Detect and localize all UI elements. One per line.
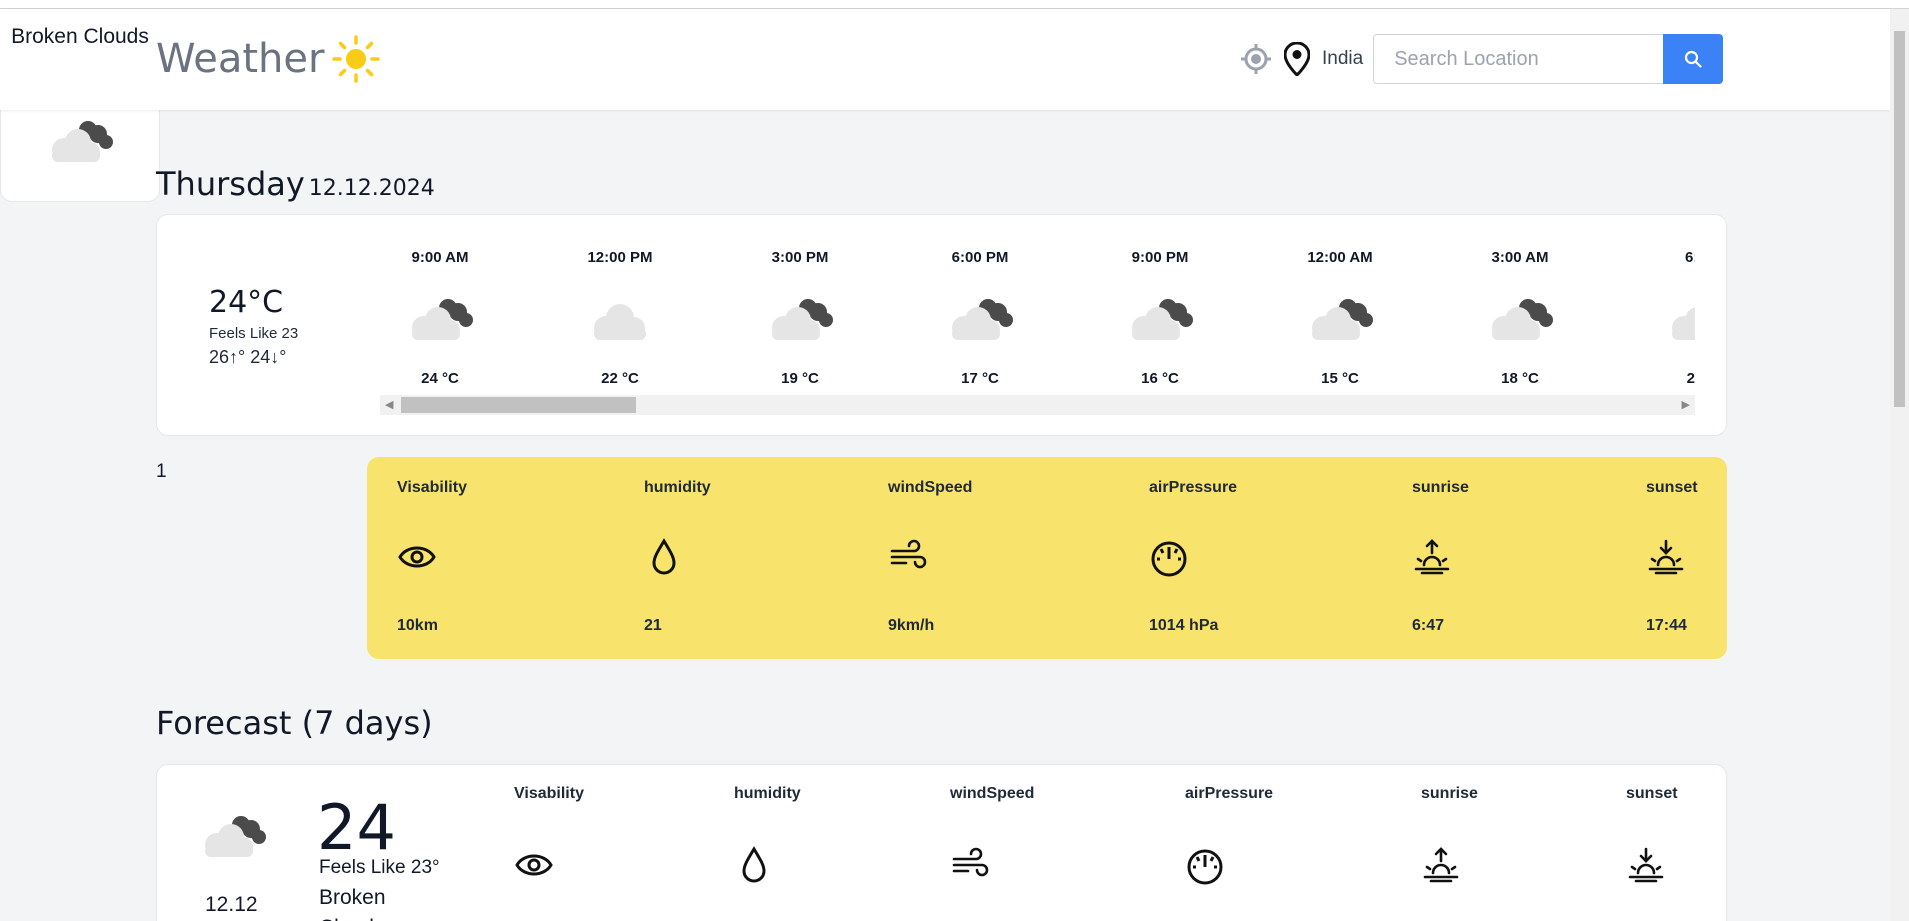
forecast-feels-like: Feels Like 23°: [319, 857, 440, 878]
day-name: Thursday: [156, 165, 305, 203]
hour-temp: 19 °C: [781, 370, 819, 387]
logo[interactable]: Weather: [156, 35, 381, 83]
hourly-scrollbar-thumb[interactable]: [401, 397, 636, 413]
metric-value: 9km/h: [888, 617, 935, 634]
cloud-dark-icon: [1280, 278, 1400, 358]
forecast-title: Forecast (7 days): [156, 704, 433, 742]
cloud-dark-icon: [1460, 278, 1580, 358]
hourly-list[interactable]: 9:00 AM 24 °C 12:00 PM 22 °C 3:00 PM 19 °C 6:0…: [380, 215, 1695, 415]
metric-label: Visability: [397, 479, 467, 496]
hourly-scrollbar[interactable]: ◀ ▶: [380, 395, 1695, 415]
hourly-item: 9:00 AM 24 °C: [380, 235, 500, 387]
metric-label: sunset: [1646, 479, 1698, 496]
metric-value: 10km: [397, 617, 438, 634]
current-location-icon[interactable]: [1238, 41, 1274, 77]
day-date: 12.12.2024: [308, 176, 435, 201]
cloud-dark-icon: [1100, 278, 1220, 358]
forecast-date: 12.12: [205, 893, 258, 916]
current-temp: 24°C: [209, 285, 284, 320]
hour-time: 12:00 AM: [1307, 249, 1373, 266]
droplet-icon: [734, 845, 774, 890]
page-scrollbar[interactable]: [1890, 9, 1909, 921]
hourly-item: 12:00 PM 22 °C: [560, 235, 680, 387]
window-top-border: [0, 0, 1909, 9]
hourly-item: 3:00 PM 19 °C: [740, 235, 860, 387]
metric-value: 6:47: [1412, 617, 1445, 634]
forecast-metric-label: Visability: [514, 785, 584, 802]
wind-icon: [888, 537, 928, 582]
forecast-metric-label: sunrise: [1421, 785, 1478, 802]
map-pin-icon: [1282, 41, 1312, 77]
hour-temp: 17 °C: [961, 370, 999, 387]
sunrise-icon: [1412, 537, 1452, 582]
metric-value: 17:44: [1646, 617, 1687, 634]
hour-time: 9:00 PM: [1131, 249, 1189, 266]
sunrise-icon: [1421, 845, 1461, 890]
sunset-icon: [1646, 537, 1686, 582]
cloud-dark-icon: [193, 805, 273, 870]
hour-temp: 16 °C: [1141, 370, 1179, 387]
scroll-right-icon[interactable]: ▶: [1682, 398, 1690, 411]
hour-time: 3:00 AM: [1491, 249, 1549, 266]
search-input[interactable]: [1373, 34, 1664, 84]
app-header: Weather India: [0, 9, 1890, 110]
hourly-item: 6:00 PM 17 °C: [920, 235, 1040, 387]
metric-value: 21: [644, 617, 662, 634]
hourly-item: 12:00 AM 15 °C: [1280, 235, 1400, 387]
metric-label: windSpeed: [888, 479, 973, 496]
forecast-metric-label: windSpeed: [950, 785, 1035, 802]
gauge-icon: [1149, 537, 1189, 582]
app-title: Weather: [156, 36, 325, 82]
sunset-icon: [1626, 845, 1666, 890]
forecast-metric-label: airPressure: [1185, 785, 1274, 802]
hour-time: 3:00 PM: [771, 249, 829, 266]
forecast-metric-label: humidity: [734, 785, 801, 802]
hour-temp: 24 °C: [421, 370, 459, 387]
hour-time: 6:00 PM: [951, 249, 1009, 266]
metric-label: sunrise: [1412, 479, 1469, 496]
hour-time: 6:00: [1684, 249, 1695, 266]
wind-icon: [950, 845, 990, 890]
search-icon: [1685, 50, 1702, 68]
cloud-dark-icon: [380, 278, 500, 358]
high-low: 26↑° 24↓°: [209, 347, 287, 367]
cloud-dark-icon: [920, 278, 1040, 358]
droplet-icon: [644, 537, 684, 582]
page-scrollbar-thumb[interactable]: [1894, 31, 1905, 407]
hour-temp: 15 °C: [1321, 370, 1359, 387]
hour-temp: 24 °: [1686, 370, 1695, 387]
scroll-left-icon[interactable]: ◀: [385, 398, 393, 411]
metric-value: 1014 hPa: [1149, 617, 1219, 634]
search-button[interactable]: [1663, 34, 1724, 84]
feels-like: Feels Like 23: [209, 325, 299, 342]
hour-temp: 22 °C: [601, 370, 639, 387]
cloud-dark-icon: [740, 278, 860, 358]
metric-label: airPressure: [1149, 479, 1238, 496]
cloud-light-icon: [560, 278, 680, 358]
forecast-temp: 24: [317, 791, 396, 864]
index-label: 1: [156, 461, 167, 482]
hourly-item: 3:00 AM 18 °C: [1460, 235, 1580, 387]
hour-time: 9:00 AM: [411, 249, 469, 266]
forecast-card[interactable]: 12.12 24 Feels Like 23° Broken Clouds Vi…: [156, 764, 1727, 921]
forecast-metric-label: sunset: [1626, 785, 1678, 802]
hour-temp: 18 °C: [1501, 370, 1539, 387]
metric-label: humidity: [644, 479, 711, 496]
eye-icon: [514, 845, 554, 890]
hourly-card: 24°C Feels Like 23 26↑° 24↓° 9:00 AM 24 °…: [156, 214, 1727, 436]
hour-time: 12:00 PM: [587, 249, 653, 266]
sun-icon: [332, 35, 381, 83]
metrics-panel: Visability 10km humidity 21 windSpeed 9km/h ai…: [367, 457, 1727, 659]
condition-text: Broken Clouds: [11, 25, 149, 48]
day-heading: Thursday 12.12.2024: [156, 165, 435, 203]
cloud-dark-icon: [40, 110, 120, 175]
gauge-icon: [1185, 845, 1225, 890]
cloud-dark-icon: [1640, 278, 1695, 358]
eye-icon: [397, 537, 437, 582]
location-name: India: [1322, 48, 1364, 69]
forecast-condition: Broken Clouds: [319, 886, 386, 921]
hourly-item: 9:00 PM 16 °C: [1100, 235, 1220, 387]
hourly-item: 6:00 24 °: [1640, 235, 1695, 387]
